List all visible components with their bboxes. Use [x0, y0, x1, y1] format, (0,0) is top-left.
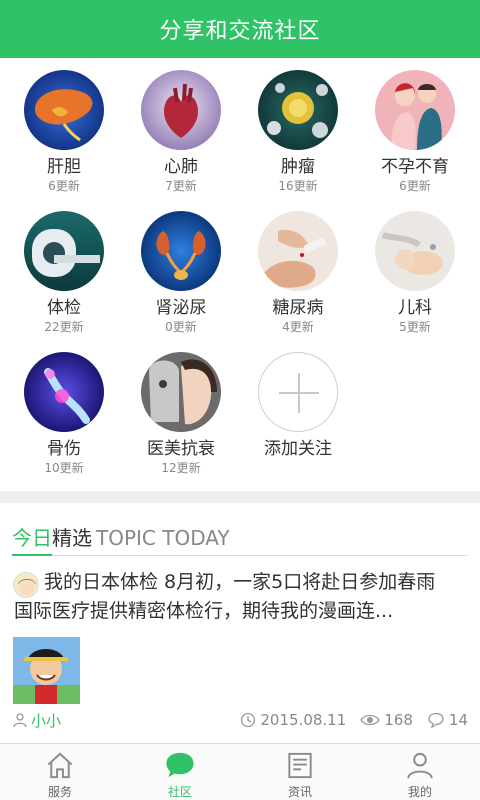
post-author-avatar — [13, 572, 39, 598]
topic-heading-today: 今日 — [12, 526, 52, 550]
topic-heading-en: TOPIC TODAY — [96, 526, 230, 550]
page-title: 分享和交流社区 — [159, 19, 321, 44]
category-update-count: 5更新 — [399, 320, 431, 334]
category-name: 肿瘤 — [281, 157, 315, 177]
topic-underline-accent — [12, 554, 52, 556]
category-infertility[interactable]: 不孕不育 6更新 — [360, 58, 470, 198]
tab-profile[interactable]: 我的 — [360, 744, 480, 800]
category-tumor[interactable]: 肿瘤 16更新 — [243, 58, 353, 198]
category-name: 糖尿病 — [272, 298, 324, 318]
news-icon — [288, 752, 312, 779]
category-name: 医美抗衰 — [147, 439, 215, 459]
app-header: 分享和交流社区 — [0, 0, 480, 58]
category-name: 儿科 — [398, 298, 432, 318]
category-heart-lung[interactable]: 心肺 7更新 — [126, 58, 236, 198]
category-update-count: 4更新 — [282, 320, 314, 334]
clock-icon — [241, 712, 256, 728]
post-views-count: 168 — [384, 711, 413, 729]
topic-today-heading: 今日精选 TOPIC TODAY — [12, 522, 230, 551]
tab-label: 服务 — [47, 785, 72, 799]
heart-image — [141, 70, 221, 150]
blood-test-image — [258, 211, 338, 291]
comment-icon — [428, 712, 444, 728]
post-author-name: 小小 — [31, 711, 62, 730]
add-follow-button[interactable]: 添加关注 — [243, 340, 353, 480]
tab-service[interactable]: 服务 — [0, 744, 120, 800]
baby-checkup-image — [375, 211, 455, 291]
user-icon — [13, 713, 27, 728]
tab-label: 资讯 — [287, 785, 312, 799]
category-update-count: 6更新 — [399, 179, 431, 193]
beauty-mask-image — [141, 352, 221, 432]
section-divider — [0, 491, 480, 503]
chat-bubble-icon — [166, 752, 194, 778]
category-update-count: 7更新 — [165, 179, 197, 193]
topic-underline — [12, 555, 468, 556]
bottom-tab-bar: 服务 社区 资讯 我的 — [0, 743, 480, 800]
category-orthopedics[interactable]: 骨伤 10更新 — [9, 340, 119, 480]
post-comments: 14 — [427, 711, 468, 729]
category-update-count: 22更新 — [44, 320, 84, 334]
category-checkup[interactable]: 体检 22更新 — [9, 199, 119, 339]
eye-icon — [360, 714, 381, 726]
post-meta-row: 小小 2015.08.11 168 14 — [12, 708, 468, 732]
category-urology[interactable]: 肾泌尿 0更新 — [126, 199, 236, 339]
category-name: 不孕不育 — [381, 157, 449, 177]
home-icon — [47, 752, 73, 779]
post-stats: 2015.08.11 168 14 — [230, 711, 468, 729]
category-update-count: 6更新 — [48, 179, 80, 193]
liver-image — [24, 70, 104, 150]
category-diabetes[interactable]: 糖尿病 4更新 — [243, 199, 353, 339]
category-grid: 肝胆 6更新 心肺 7更新 肿瘤 16更新 不孕不育 6更新 体检 22更新 肾… — [0, 58, 480, 491]
category-name: 肾泌尿 — [155, 298, 207, 318]
post-author[interactable]: 小小 — [12, 710, 61, 731]
tab-label: 社区 — [167, 785, 192, 799]
category-update-count: 0更新 — [165, 320, 197, 334]
category-name: 体检 — [47, 298, 81, 318]
category-update-count: 16更新 — [278, 179, 318, 193]
category-update-count: 10更新 — [44, 461, 84, 475]
post-title-line-1: 我的日本体检 8月初，一家5口将赴日参加春雨 — [44, 571, 436, 593]
mri-scanner-image — [24, 211, 104, 291]
post-thumbnail-image[interactable] — [13, 637, 80, 704]
category-pediatrics[interactable]: 儿科 5更新 — [360, 199, 470, 339]
tab-news[interactable]: 资讯 — [240, 744, 360, 800]
add-follow-label: 添加关注 — [264, 439, 332, 459]
tumor-cell-image — [258, 70, 338, 150]
post-date: 2015.08.11 — [240, 711, 346, 729]
plus-icon — [258, 352, 338, 432]
post-views: 168 — [360, 711, 413, 729]
post-title-line-2: 国际医疗提供精密体检行，期待我的漫画连... — [14, 600, 394, 622]
tab-community[interactable]: 社区 — [120, 744, 240, 800]
category-liver-gallbladder[interactable]: 肝胆 6更新 — [9, 58, 119, 198]
category-aesthetics[interactable]: 医美抗衰 12更新 — [126, 340, 236, 480]
category-update-count: 12更新 — [161, 461, 201, 475]
tab-label: 我的 — [407, 785, 432, 799]
bone-joint-image — [24, 352, 104, 432]
kidney-image — [141, 211, 221, 291]
person-icon — [407, 752, 433, 779]
category-name: 肝胆 — [47, 157, 81, 177]
post-date-text: 2015.08.11 — [260, 711, 347, 729]
topic-post-card[interactable]: 我的日本体检 8月初，一家5口将赴日参加春雨 国际医疗提供精密体检行，期待我的漫… — [0, 560, 480, 742]
category-name: 骨伤 — [47, 439, 81, 459]
topic-heading-featured: 精选 — [52, 526, 92, 550]
post-comments-count: 14 — [448, 711, 468, 729]
category-name: 心肺 — [164, 157, 198, 177]
couple-illustration-image — [375, 70, 455, 150]
